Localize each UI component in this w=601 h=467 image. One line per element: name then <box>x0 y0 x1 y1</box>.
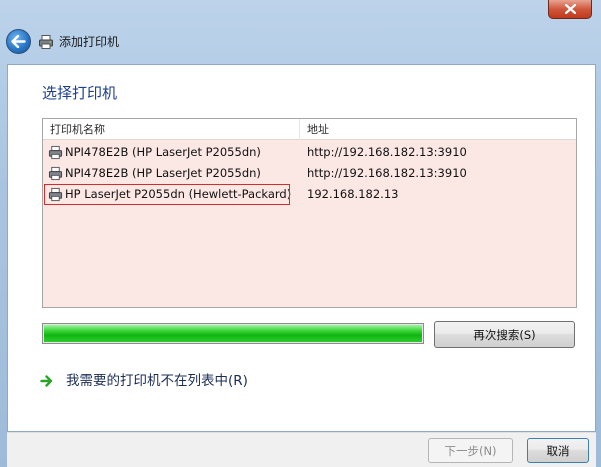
next-button[interactable]: 下一步(N) <box>428 438 513 463</box>
page-heading: 选择打印机 <box>42 84 118 102</box>
printer-not-listed-link[interactable]: 我需要的打印机不在列表中(R) <box>40 372 248 390</box>
column-header-printer-name[interactable]: 打印机名称 <box>50 123 105 136</box>
printer-list[interactable]: 打印机名称 地址 NPI478E2B (HP LaserJet P2055dn)… <box>42 118 577 308</box>
window-frame: 添加打印机 选择打印机 打印机名称 地址 NPI478E2B (HP Laser… <box>0 0 601 467</box>
green-arrow-icon <box>40 375 53 387</box>
wizard-footer: 下一步(N) 取消 <box>7 432 596 467</box>
printer-row[interactable]: NPI478E2B (HP LaserJet P2055dn) http://1… <box>43 163 576 184</box>
printer-icon <box>48 145 63 160</box>
printer-row[interactable]: NPI478E2B (HP LaserJet P2055dn) http://1… <box>43 142 576 163</box>
wizard-content: 选择打印机 打印机名称 地址 NPI478E2B (HP LaserJet P2… <box>7 64 596 432</box>
column-separator[interactable] <box>299 119 300 140</box>
back-button[interactable] <box>6 29 31 54</box>
close-button[interactable] <box>548 0 592 19</box>
cancel-button[interactable]: 取消 <box>527 438 589 463</box>
highlight-annotation <box>44 184 290 205</box>
progress-fill <box>44 325 422 342</box>
printer-address: 192.168.182.13 <box>307 187 399 201</box>
search-again-button[interactable]: 再次搜索(S) <box>434 321 575 348</box>
printer-icon <box>39 35 53 49</box>
printer-address: http://192.168.182.13:3910 <box>307 166 467 180</box>
printer-icon <box>48 166 63 181</box>
column-header-address[interactable]: 地址 <box>307 123 329 136</box>
printer-address: http://192.168.182.13:3910 <box>307 145 467 159</box>
close-icon <box>564 4 576 14</box>
back-arrow-icon <box>11 35 26 48</box>
window-title: 添加打印机 <box>59 35 120 49</box>
printer-not-listed-label[interactable]: 我需要的打印机不在列表中(R) <box>66 372 248 390</box>
printer-name: NPI478E2B (HP LaserJet P2055dn) <box>65 145 261 159</box>
search-progress-bar <box>42 323 424 344</box>
list-header: 打印机名称 地址 <box>43 119 576 140</box>
printer-name: NPI478E2B (HP LaserJet P2055dn) <box>65 166 261 180</box>
